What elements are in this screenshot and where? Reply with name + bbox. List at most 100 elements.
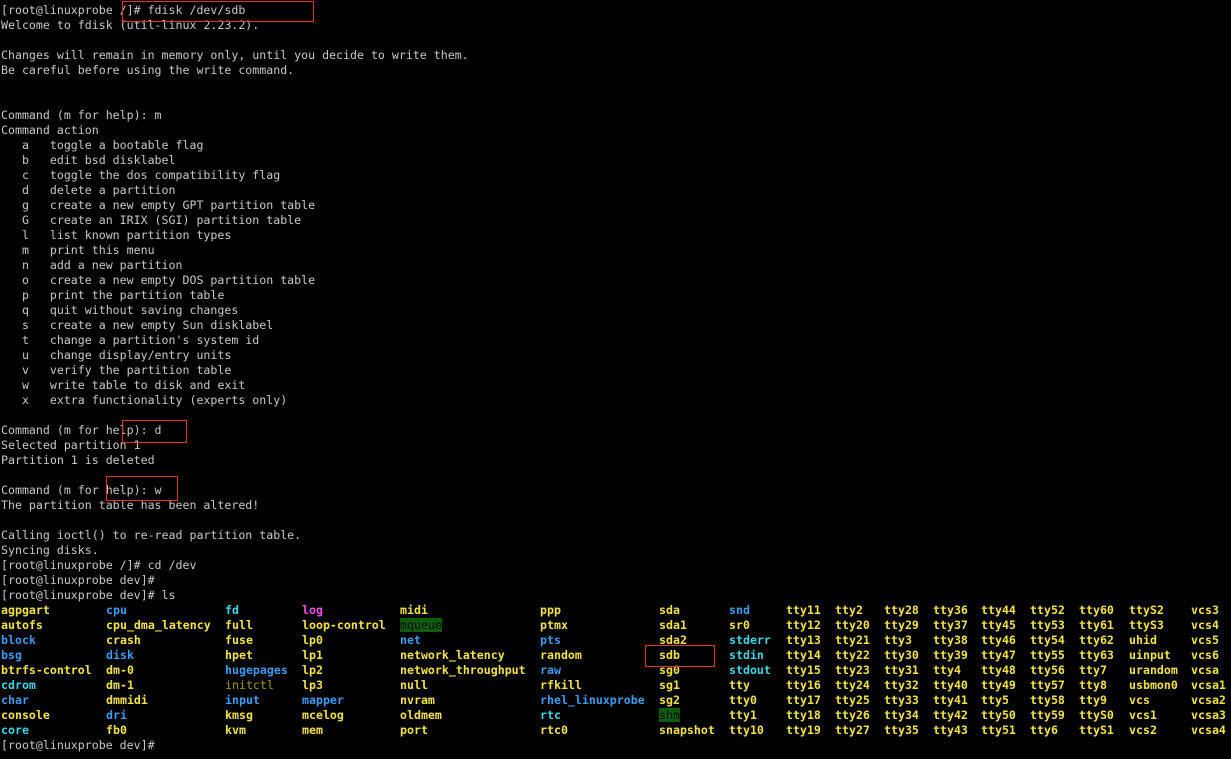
ls-row: vcsa: [1191, 663, 1226, 678]
terminal-line: Calling ioctl() to re-read partition tab…: [1, 528, 302, 542]
ls-row: tty39: [933, 648, 968, 663]
terminal-line: l list known partition types: [1, 228, 232, 242]
ls-row: block: [1, 633, 92, 648]
ls-entry-tty22: tty22: [835, 648, 870, 662]
ls-row: tty50: [981, 708, 1016, 723]
ls-entry-tty63: tty63: [1079, 648, 1114, 662]
ls-row: tty17: [786, 693, 821, 708]
terminal-line: The partition table has been altered!: [1, 498, 260, 512]
ls-entry-tty32: tty32: [884, 678, 919, 692]
terminal-line: [root@linuxprobe /]# fdisk /dev/sdb: [1, 3, 246, 17]
ls-row: char: [1, 693, 92, 708]
ls-row: tty28: [884, 603, 919, 618]
ls-row: vcsa1: [1191, 678, 1226, 693]
ls-row: tty40: [933, 678, 968, 693]
ls-entry-sda1: sda1: [659, 618, 687, 632]
ls-entry-crash: crash: [106, 633, 141, 647]
ls-row: stderr: [729, 633, 771, 648]
ls-row: tty25: [835, 693, 870, 708]
ls-row: uhid: [1129, 633, 1178, 648]
ls-row: dm-0: [106, 663, 211, 678]
ls-entry-tty44: tty44: [981, 603, 1016, 617]
ls-entry-tty21: tty21: [835, 633, 870, 647]
terminal-line: Welcome to fdisk (util-linux 2.23.2).: [1, 18, 260, 32]
ls-row: btrfs-control: [1, 663, 92, 678]
ls-entry-tty13: tty13: [786, 633, 821, 647]
ls-entry-tty61: tty61: [1079, 618, 1114, 632]
ls-row: tty8: [1079, 678, 1114, 693]
ls-row: tty19: [786, 723, 821, 738]
ls-row: tty22: [835, 648, 870, 663]
terminal-line: n add a new partition: [1, 258, 183, 272]
ls-entry-tty39: tty39: [933, 648, 968, 662]
ls-row: lp0: [302, 633, 386, 648]
ls-column: sda sda1 sda2 sdb sg0 sg1 sg2 shm snapshot: [659, 603, 715, 738]
ls-entry-midi: midi: [400, 603, 428, 617]
ls-row: tty: [729, 678, 771, 693]
ls-entry-full: full: [225, 618, 253, 632]
ls-row: vcs3: [1191, 603, 1226, 618]
ls-entry-pts: pts: [540, 633, 561, 647]
ls-entry-sdb: sdb: [659, 648, 680, 662]
ls-row: tty13: [786, 633, 821, 648]
ls-entry-dm-1: dm-1: [106, 678, 134, 692]
ls-entry-tty28: tty28: [884, 603, 919, 617]
ls-column: ppp ptmx pts random raw rfkill rhel_linuxprobe…: [540, 603, 645, 738]
ls-entry-loop-control: loop-control: [302, 618, 386, 632]
ls-entry-kmsg: kmsg: [225, 708, 253, 722]
terminal-line: Command (m for help): m: [1, 108, 162, 122]
ls-entry-lp1: lp1: [302, 648, 323, 662]
ls-row: tty58: [1030, 693, 1065, 708]
ls-row: nvram: [400, 693, 526, 708]
ls-row: tty7: [1079, 663, 1114, 678]
ls-entry-tty27: tty27: [835, 723, 870, 737]
ls-entry-tty49: tty49: [981, 678, 1016, 692]
ls-entry-tty33: tty33: [884, 693, 919, 707]
ls-entry-stdout: stdout: [729, 663, 771, 677]
ls-row: tty33: [884, 693, 919, 708]
ls-entry-tty35: tty35: [884, 723, 919, 737]
ls-row: raw: [540, 663, 645, 678]
ls-row: tty47: [981, 648, 1016, 663]
ls-entry-ttyS2: ttyS2: [1129, 603, 1164, 617]
ls-entry-ppp: ppp: [540, 603, 561, 617]
ls-row: stdout: [729, 663, 771, 678]
ls-row: crash: [106, 633, 211, 648]
ls-entry-sr0: sr0: [729, 618, 750, 632]
ls-row: dri: [106, 708, 211, 723]
ls-entry-tty7: tty7: [1079, 663, 1107, 677]
terminal-line: o create a new empty DOS partition table: [1, 273, 316, 287]
ls-entry-sg2: sg2: [659, 693, 680, 707]
terminal-line: m print this menu: [1, 243, 155, 257]
ls-entry-dm-0: dm-0: [106, 663, 134, 677]
ls-entry-vcs1: vcs1: [1129, 708, 1157, 722]
ls-entry-net: net: [400, 633, 421, 647]
ls-row: autofs: [1, 618, 92, 633]
ls-entry-kvm: kvm: [225, 723, 246, 737]
ls-row: tty56: [1030, 663, 1065, 678]
ls-row: tty35: [884, 723, 919, 738]
ls-row: tty57: [1030, 678, 1065, 693]
ls-row: tty36: [933, 603, 968, 618]
ls-row: network_throughput: [400, 663, 526, 678]
ls-entry-snapshot: snapshot: [659, 723, 715, 737]
ls-entry-shm: shm: [659, 708, 680, 722]
ls-entry-fb0: fb0: [106, 723, 127, 737]
ls-row: tty48: [981, 663, 1016, 678]
ls-entry-vcsa: vcsa: [1191, 663, 1219, 677]
ls-row: mcelog: [302, 708, 386, 723]
ls-row: tty52: [1030, 603, 1065, 618]
ls-row: tty5: [981, 693, 1016, 708]
ls-entry-sda2: sda2: [659, 633, 687, 647]
ls-row: tty46: [981, 633, 1016, 648]
ls-row: net: [400, 633, 526, 648]
terminal-line: Syncing disks.: [1, 543, 99, 557]
terminal-line: Command (m for help): w: [1, 483, 162, 497]
ls-row: disk: [106, 648, 211, 663]
terminal-line: x extra functionality (experts only): [1, 393, 288, 407]
ls-entry-vcs: vcs: [1129, 693, 1150, 707]
shell-prompt[interactable]: [root@linuxprobe dev]#: [1, 738, 155, 753]
